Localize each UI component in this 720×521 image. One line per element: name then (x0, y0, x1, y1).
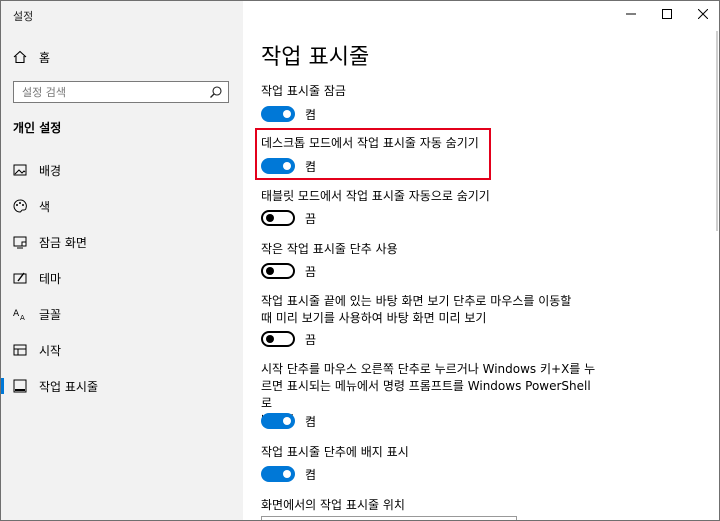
sidebar-item-start[interactable]: 시작 (1, 336, 243, 364)
toggle-state: 끔 (305, 332, 317, 347)
setting-label-position: 화면에서의 작업 표시줄 위치 (261, 498, 405, 512)
main-panel: 작업 표시줄 작업 표시줄 잠금 켬 데스크톱 모드에서 작업 표시줄 자동 숨… (243, 1, 719, 520)
toggle-knob (266, 267, 274, 275)
search-box[interactable] (13, 81, 229, 103)
toggle-row-powershell: 켬 (261, 412, 316, 430)
toggle-state: 켬 (305, 414, 317, 429)
toggle-state: 켬 (305, 467, 317, 482)
sidebar-item-background[interactable]: 배경 (1, 156, 243, 184)
toggle-state: 끔 (305, 264, 317, 279)
search-input[interactable] (14, 82, 204, 102)
setting-label-autohide-tablet: 태블릿 모드에서 작업 표시줄 자동으로 숨기기 (261, 189, 490, 203)
sidebar-item-label: 색 (39, 199, 51, 214)
setting-label-small-buttons: 작은 작업 표시줄 단추 사용 (261, 242, 398, 256)
taskbar-icon (13, 379, 27, 393)
setting-label-lock-taskbar: 작업 표시줄 잠금 (261, 84, 346, 98)
svg-text:A: A (13, 309, 20, 319)
toggle-autohide-tablet[interactable] (261, 210, 295, 226)
minimize-button[interactable] (613, 1, 649, 27)
toggle-row-lock-taskbar: 켬 (261, 105, 316, 123)
setting-label-peek: 작업 표시줄 끝에 있는 바탕 화면 보기 단추로 마우스를 이동할 때 미리 … (261, 293, 601, 327)
svg-text:A: A (20, 314, 25, 321)
maximize-button[interactable] (649, 1, 685, 27)
sidebar-item-lock-screen[interactable]: 잠금 화면 (1, 228, 243, 256)
toggle-knob (266, 214, 274, 222)
close-button[interactable] (685, 1, 719, 27)
window-title: 설정 (13, 10, 34, 23)
sidebar-item-taskbar[interactable]: 작업 표시줄 (1, 372, 243, 400)
sidebar-item-colors[interactable]: 색 (1, 192, 243, 220)
toggle-state: 끔 (305, 211, 317, 226)
home-label: 홈 (39, 50, 51, 65)
image-icon (13, 163, 27, 177)
toggle-row-small-buttons: 끔 (261, 262, 316, 280)
home-link[interactable]: 홈 (13, 47, 50, 67)
toggle-row-peek: 끔 (261, 330, 316, 348)
toggle-row-badges: 켬 (261, 465, 316, 483)
sidebar: 설정 홈 개인 설정 배경 색 잠금 화면 테마 AA 글꼴 (1, 1, 243, 520)
setting-label-line: 르면 표시되는 메뉴에서 명령 프롬프트를 Windows PowerShell… (261, 379, 591, 410)
sidebar-item-fonts[interactable]: AA 글꼴 (1, 300, 243, 328)
toggle-knob (283, 110, 291, 118)
taskbar-position-dropdown[interactable] (261, 516, 517, 520)
toggle-peek[interactable] (261, 331, 295, 347)
section-title: 개인 설정 (13, 121, 62, 135)
theme-icon (13, 271, 27, 285)
home-icon (13, 50, 27, 64)
toggle-powershell[interactable] (261, 413, 295, 429)
toggle-row-autohide-tablet: 끔 (261, 209, 316, 227)
toggle-knob (283, 417, 291, 425)
lock-screen-icon (13, 235, 27, 249)
sidebar-item-label: 잠금 화면 (39, 235, 87, 250)
scrollbar[interactable] (716, 31, 718, 231)
toggle-badges[interactable] (261, 466, 295, 482)
active-indicator (1, 378, 4, 394)
window-controls (613, 1, 719, 27)
sidebar-item-label: 글꼴 (39, 307, 62, 322)
sidebar-item-themes[interactable]: 테마 (1, 264, 243, 292)
setting-label-line: 때 미리 보기를 사용하여 바탕 화면 미리 보기 (261, 311, 487, 325)
page-title: 작업 표시줄 (261, 45, 370, 70)
setting-label-line: 시작 단추를 마우스 오른쪽 단추로 누르거나 Windows 키+X를 누 (261, 362, 596, 376)
close-icon (698, 9, 708, 19)
toggle-small-buttons[interactable] (261, 263, 295, 279)
settings-window: 설정 홈 개인 설정 배경 색 잠금 화면 테마 AA 글꼴 (0, 0, 720, 521)
toggle-lock-taskbar[interactable] (261, 106, 295, 122)
search-icon[interactable] (209, 85, 223, 99)
toggle-state: 켬 (305, 107, 317, 122)
setting-label-badges: 작업 표시줄 단추에 배지 표시 (261, 445, 409, 459)
font-icon: AA (13, 307, 27, 321)
palette-icon (13, 199, 27, 213)
toggle-knob (283, 470, 291, 478)
sidebar-item-label: 배경 (39, 163, 62, 178)
toggle-knob (266, 335, 274, 343)
sidebar-item-label: 시작 (39, 343, 62, 358)
setting-label-line: 작업 표시줄 끝에 있는 바탕 화면 보기 단추로 마우스를 이동할 (261, 294, 572, 308)
highlight-box (255, 128, 491, 180)
start-icon (13, 343, 27, 357)
maximize-icon (662, 9, 672, 19)
sidebar-item-label: 테마 (39, 271, 62, 286)
sidebar-item-label: 작업 표시줄 (39, 379, 99, 394)
minimize-icon (626, 13, 636, 15)
